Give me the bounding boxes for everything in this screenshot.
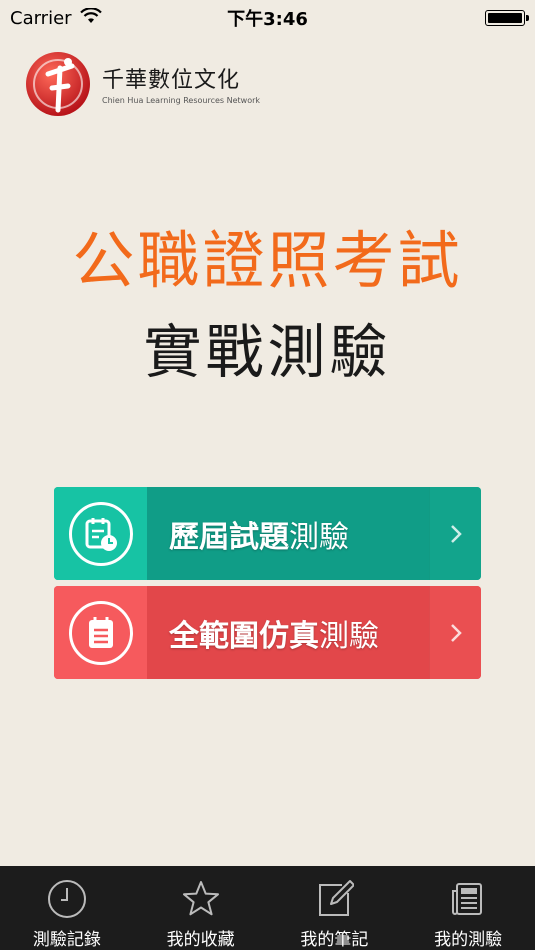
chevron-right-icon xyxy=(429,487,481,580)
clock-icon xyxy=(46,878,88,919)
carrier-label: Carrier xyxy=(10,7,72,29)
wifi-icon xyxy=(79,6,102,29)
headline-subtitle: 實戰測驗 xyxy=(143,318,392,386)
card-label: 歷屆試題 測驗 xyxy=(147,487,429,580)
status-bar: Carrier 下午3:46 xyxy=(0,0,535,36)
card-icon-cell xyxy=(54,487,147,580)
status-left: Carrier xyxy=(10,6,102,29)
battery-icon xyxy=(485,10,529,26)
full-range-simulation-test-button[interactable]: 全範圍仿真 測驗 xyxy=(54,586,481,679)
chevron-right-icon xyxy=(429,586,481,679)
tab-test-records[interactable]: 測驗記錄 xyxy=(0,866,134,950)
card-label: 全範圍仿真 測驗 xyxy=(147,586,429,679)
card-label-bold: 歷屆試題 xyxy=(169,519,289,555)
tab-my-favorites[interactable]: 我的收藏 xyxy=(134,866,268,950)
tab-label: 我的筆記 xyxy=(300,930,369,950)
brand-logo: 千華數位文化 Chien Hua Learning Resources Netw… xyxy=(24,48,260,118)
tab-label: 測驗記錄 xyxy=(32,930,101,950)
card-label-bold: 全範圍仿真 xyxy=(169,618,319,654)
logo-title: 千華數位文化 xyxy=(102,67,241,93)
logo-subtitle: Chien Hua Learning Resources Network xyxy=(102,95,261,105)
card-label-light: 測驗 xyxy=(289,519,349,555)
calendar-clock-icon xyxy=(68,501,133,566)
logo-mark-icon xyxy=(26,52,90,116)
tab-my-notes[interactable]: 我的筆記 xyxy=(268,866,402,950)
notepad-icon xyxy=(68,600,133,665)
tab-label: 我的測驗 xyxy=(434,930,503,950)
past-exam-test-button[interactable]: 歷屆試題 測驗 xyxy=(54,487,481,580)
card-label-light: 測驗 xyxy=(319,618,379,654)
tab-label: 我的收藏 xyxy=(166,930,235,950)
headline-title: 公職證照考試 xyxy=(72,224,463,297)
newspaper-icon xyxy=(447,878,489,919)
tab-my-tests[interactable]: 我的測驗 xyxy=(401,866,535,950)
star-icon xyxy=(180,878,222,919)
card-icon-cell xyxy=(54,586,147,679)
tab-bar: 測驗記錄 我的收藏 我的筆記 我的測驗 xyxy=(0,866,535,950)
pencil-note-icon xyxy=(313,878,355,919)
